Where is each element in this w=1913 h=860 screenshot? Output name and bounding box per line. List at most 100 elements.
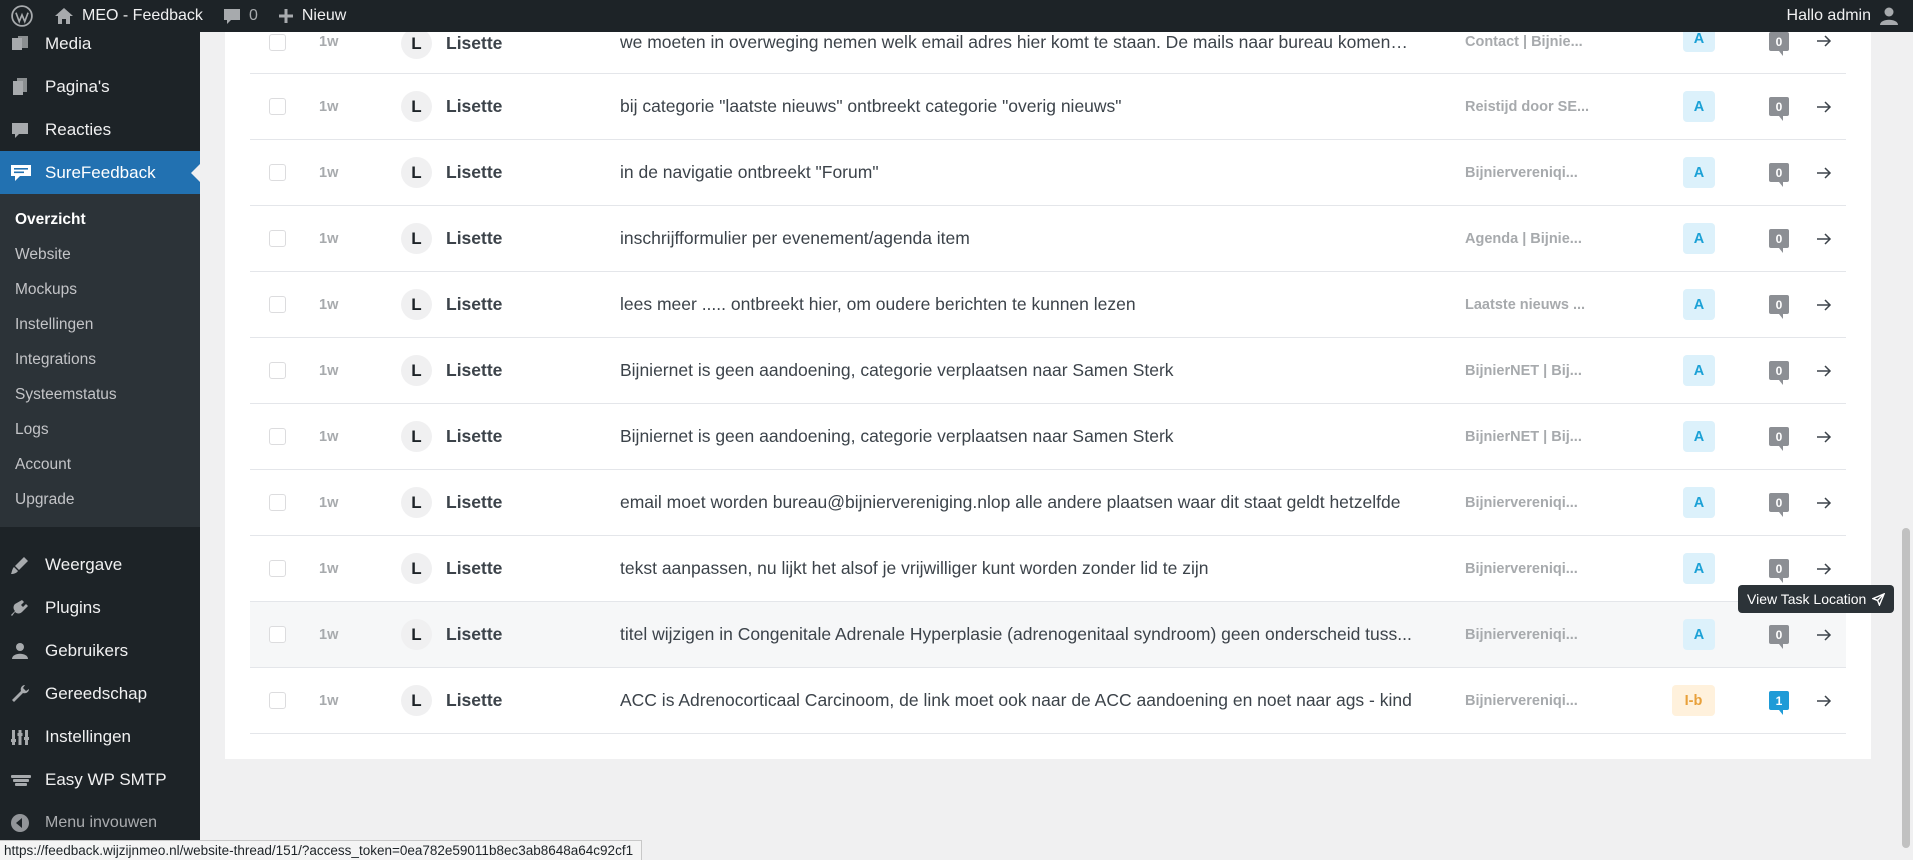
arrow-right-icon[interactable] — [1816, 495, 1832, 511]
status-badge[interactable]: A — [1683, 553, 1715, 584]
new-content-menu[interactable]: Nieuw — [268, 0, 356, 32]
menu-item-media[interactable]: Media — [0, 32, 200, 65]
status-badge[interactable]: A — [1683, 91, 1715, 122]
comment-count-badge[interactable]: 0 — [1769, 229, 1789, 253]
row-task-text[interactable]: in de navigatie ontbreekt "Forum" — [620, 162, 1412, 183]
status-badge[interactable]: I-b — [1672, 685, 1715, 716]
status-badge[interactable]: A — [1683, 487, 1715, 518]
arrow-right-icon[interactable] — [1816, 627, 1832, 643]
scrollbar-thumb[interactable] — [1902, 528, 1910, 848]
comment-count-badge[interactable]: 0 — [1769, 427, 1789, 451]
row-task-text[interactable]: bij categorie "laatste nieuws" ontbreekt… — [620, 96, 1412, 117]
submenu-upgrade[interactable]: Upgrade — [0, 482, 200, 517]
row-page-link[interactable]: BijnierNET | Bij... — [1465, 363, 1591, 379]
comments-link[interactable]: 0 — [213, 0, 268, 32]
submenu-instellingen[interactable]: Instellingen — [0, 307, 200, 342]
row-checkbox[interactable] — [269, 560, 286, 577]
row-checkbox[interactable] — [269, 494, 286, 511]
row-page-link[interactable]: Bijniervereniqi... — [1465, 693, 1591, 709]
arrow-right-icon[interactable] — [1816, 33, 1832, 49]
row-task-text[interactable]: Bijniernet is geen aandoening, categorie… — [620, 426, 1412, 447]
arrow-right-icon[interactable] — [1816, 561, 1832, 577]
row-task-text[interactable]: email moet worden bureau@bijnierverenigi… — [620, 492, 1412, 513]
comment-count-badge[interactable]: 1 — [1769, 691, 1789, 715]
table-row[interactable]: 1w L Lisette email moet worden bureau@bijni… — [250, 470, 1846, 536]
menu-item-collapse[interactable]: Menu invouwen — [0, 801, 200, 844]
row-page-link[interactable]: Laatste nieuws ... — [1465, 297, 1591, 313]
site-name-link[interactable]: MEO - Feedback — [44, 0, 213, 32]
menu-item-users[interactable]: Gebruikers — [0, 629, 200, 672]
submenu-logs[interactable]: Logs — [0, 412, 200, 447]
row-task-text[interactable]: tekst aanpassen, nu lijkt het alsof je v… — [620, 558, 1412, 579]
row-page-link[interactable]: BijnierNET | Bij... — [1465, 429, 1591, 445]
submenu-mockups[interactable]: Mockups — [0, 272, 200, 307]
menu-item-pages[interactable]: Pagina's — [0, 65, 200, 108]
table-row[interactable]: 1w L Lisette bij categorie "laatste nieuws"… — [250, 74, 1846, 140]
table-row[interactable]: 1w L Lisette Bijniernet is geen aandoening,… — [250, 338, 1846, 404]
arrow-right-icon[interactable] — [1816, 165, 1832, 181]
submenu-systeemstatus[interactable]: Systeemstatus — [0, 377, 200, 412]
menu-item-appearance[interactable]: Weergave — [0, 543, 200, 586]
row-checkbox[interactable] — [269, 98, 286, 115]
row-checkbox[interactable] — [269, 164, 286, 181]
menu-item-easy-wp-smtp[interactable]: Easy WP SMTP — [0, 758, 200, 801]
table-row[interactable]: 1w L Lisette lees meer ..... ontbreekt hier… — [250, 272, 1846, 338]
arrow-right-icon[interactable] — [1816, 99, 1832, 115]
row-checkbox[interactable] — [269, 362, 286, 379]
comment-count-badge[interactable]: 0 — [1769, 559, 1789, 583]
status-badge[interactable]: A — [1683, 289, 1715, 320]
table-row[interactable]: 1w L Lisette inschrijfformulier per eveneme… — [250, 206, 1846, 272]
table-row[interactable]: 1w L Lisette titel wijzigen in Congenitale … — [250, 602, 1846, 668]
row-page-link[interactable]: Bijniervereniqi... — [1465, 495, 1591, 511]
arrow-right-icon[interactable] — [1816, 429, 1832, 445]
submenu-account[interactable]: Account — [0, 447, 200, 482]
arrow-right-icon[interactable] — [1816, 693, 1832, 709]
comment-count-badge[interactable]: 0 — [1769, 493, 1789, 517]
row-checkbox[interactable] — [269, 34, 286, 51]
row-checkbox[interactable] — [269, 428, 286, 445]
row-task-text[interactable]: we moeten in overweging nemen welk email… — [620, 32, 1412, 53]
status-badge[interactable]: A — [1683, 619, 1715, 650]
row-page-link[interactable]: Bijniervereniqi... — [1465, 561, 1591, 577]
comment-count-badge[interactable]: 0 — [1769, 163, 1789, 187]
table-row[interactable]: 1w L Lisette we moeten in overweging nemen … — [250, 26, 1846, 74]
status-badge[interactable]: A — [1683, 223, 1715, 254]
row-checkbox[interactable] — [269, 230, 286, 247]
comment-count-badge[interactable]: 0 — [1769, 361, 1789, 385]
table-row[interactable]: 1w L Lisette ACC is Adrenocorticaal Carcino… — [250, 668, 1846, 734]
menu-item-surefeedback[interactable]: SureFeedback — [0, 151, 200, 194]
status-badge[interactable]: A — [1683, 421, 1715, 452]
row-task-text[interactable]: Bijniernet is geen aandoening, categorie… — [620, 360, 1412, 381]
row-page-link[interactable]: Contact | Bijnie... — [1465, 34, 1591, 50]
arrow-right-icon[interactable] — [1816, 297, 1832, 313]
row-checkbox[interactable] — [269, 692, 286, 709]
row-checkbox[interactable] — [269, 296, 286, 313]
menu-item-comments[interactable]: Reacties — [0, 108, 200, 151]
menu-item-plugins[interactable]: Plugins — [0, 586, 200, 629]
status-badge[interactable]: A — [1683, 157, 1715, 188]
row-task-text[interactable]: titel wijzigen in Congenitale Adrenale H… — [620, 624, 1412, 645]
comment-count-badge[interactable]: 0 — [1769, 295, 1789, 319]
comment-count-badge[interactable]: 0 — [1769, 97, 1789, 121]
row-task-text[interactable]: inschrijfformulier per evenement/agenda … — [620, 228, 1412, 249]
comment-count-badge[interactable]: 0 — [1769, 32, 1789, 56]
submenu-integrations[interactable]: Integrations — [0, 342, 200, 377]
row-checkbox[interactable] — [269, 626, 286, 643]
row-page-link[interactable]: Reistijd door SE... — [1465, 99, 1591, 115]
status-badge[interactable]: A — [1683, 355, 1715, 386]
table-row[interactable]: 1w L Lisette Bijniernet is geen aandoening,… — [250, 404, 1846, 470]
row-page-link[interactable]: Bijniervereniqi... — [1465, 165, 1591, 181]
table-row[interactable]: 1w L Lisette tekst aanpassen, nu lijkt het … — [250, 536, 1846, 602]
row-page-link[interactable]: Agenda | Bijnie... — [1465, 231, 1591, 247]
wordpress-logo-icon[interactable] — [0, 0, 44, 32]
submenu-website[interactable]: Website — [0, 237, 200, 272]
table-row[interactable]: 1w L Lisette in de navigatie ontbreekt "For… — [250, 140, 1846, 206]
page-scrollbar[interactable] — [1899, 32, 1913, 860]
my-account-menu[interactable]: Hallo admin — [1777, 0, 1913, 32]
submenu-overzicht[interactable]: Overzicht — [0, 202, 200, 237]
row-page-link[interactable]: Bijniervereniqi... — [1465, 627, 1591, 643]
menu-item-tools[interactable]: Gereedschap — [0, 672, 200, 715]
arrow-right-icon[interactable] — [1816, 231, 1832, 247]
comment-count-badge[interactable]: 0 — [1769, 625, 1789, 649]
menu-item-settings[interactable]: Instellingen — [0, 715, 200, 758]
